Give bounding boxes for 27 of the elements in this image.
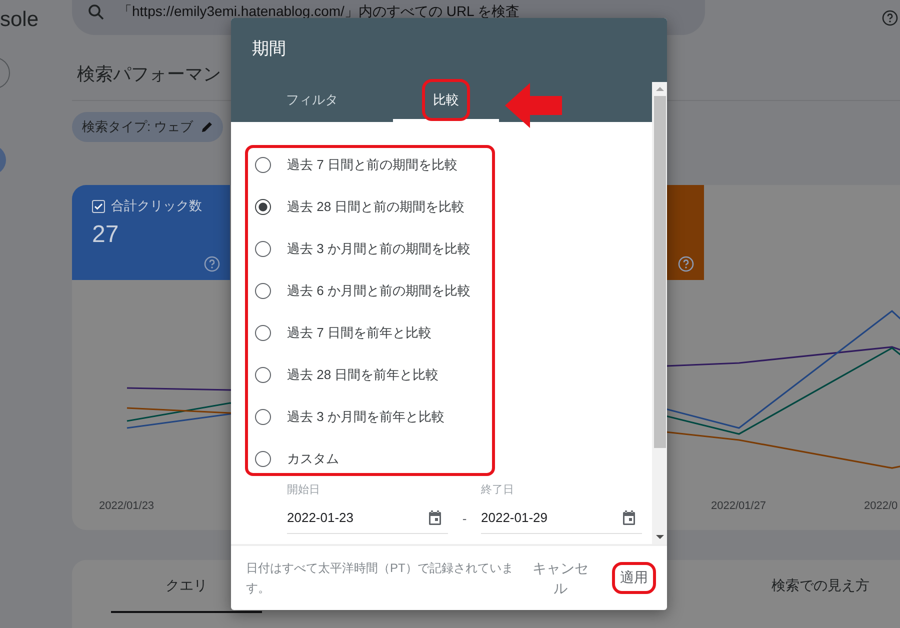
radio-option[interactable]: 過去 3 か月間を前年と比較 [255,396,652,438]
tab[interactable]: 検索での見え方 [745,560,896,613]
tab[interactable]: フィルタ [231,82,393,122]
axis-label: 2022/0 [864,500,898,512]
radio-option[interactable]: 過去 28 日間と前の期間を比較 [255,186,652,228]
product-name: sole [0,8,39,32]
dialog-title: 期間 [252,39,286,58]
tab[interactable]: 比較 [393,82,499,122]
date-field[interactable]: 2022-01-23 [287,502,448,534]
metric-label: 合計クリック数 [111,197,202,215]
metric-value: 27 [92,221,119,249]
radio-option[interactable]: 過去 6 か月間と前の期間を比較 [255,270,652,312]
field-label: 終了日 [481,482,514,497]
radio-option[interactable]: 過去 3 か月間と前の期間を比較 [255,228,652,270]
apply-button[interactable]: 適用 [615,565,653,592]
radio-option[interactable]: カスタム [255,438,652,480]
date-field[interactable]: 2022-01-29 [481,502,642,534]
cancel-button[interactable]: キャンセル [528,558,593,598]
axis-label: 2022/01/23 [99,500,154,512]
field-label: 開始日 [287,482,320,497]
axis-label: 2022/01/27 [711,500,766,512]
page-title: 検索パフォーマン [77,63,222,86]
radio-option[interactable]: 過去 28 日間を前年と比較 [255,354,652,396]
metric-card[interactable]: 合計クリック数 27 [72,185,230,280]
radio-option[interactable]: 過去 7 日間を前年と比較 [255,312,652,354]
radio-option[interactable]: 過去 7 日間と前の期間を比較 [255,144,652,186]
separator: - [461,510,468,528]
